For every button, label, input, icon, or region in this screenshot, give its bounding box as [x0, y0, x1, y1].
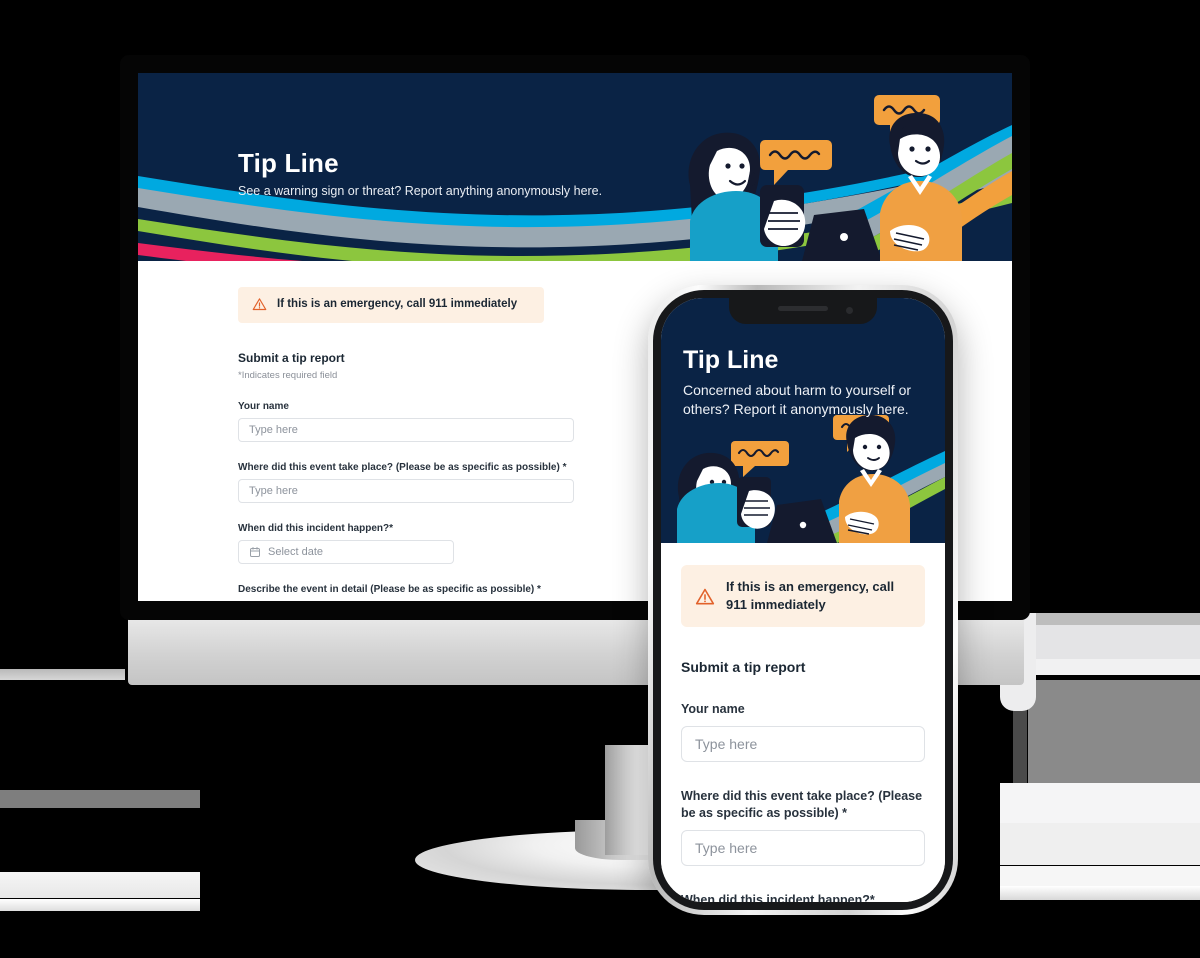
warning-triangle-icon [695, 588, 715, 605]
desktop-placeholder-incident-date: Select date [268, 545, 324, 558]
desk-reflection-right-edge [1013, 692, 1027, 783]
desktop-emergency-alert: If this is an emergency, call 911 immedi… [238, 287, 544, 323]
desk-reflection-right-5 [1000, 823, 1200, 865]
mobile-emergency-alert: If this is an emergency, call 911 immedi… [681, 565, 925, 628]
mobile-phone: Tip Line Concerned about harm to yoursel… [648, 285, 958, 915]
desk-reflection-left-bar [0, 669, 125, 680]
desktop-input-your-name[interactable]: Type here [238, 417, 574, 442]
phone-speaker-icon [778, 306, 828, 311]
desk-reflection-right-6 [1000, 866, 1200, 886]
desktop-hero-banner: Tip Line See a warning sign or threat? R… [138, 73, 1012, 261]
desktop-page-title: Tip Line [238, 148, 339, 178]
desk-reflection-left-strip-1 [0, 790, 200, 808]
mobile-field-label-incident-date: When did this incident happen?* [681, 893, 875, 902]
mobile-input-your-name[interactable]: Type here [681, 726, 925, 763]
mobile-web-page: Tip Line Concerned about harm to yoursel… [661, 298, 945, 902]
warning-triangle-icon [252, 298, 267, 311]
desktop-emergency-alert-text: If this is an emergency, call 911 immedi… [277, 298, 518, 310]
mobile-field-your-name: Your name Type here [681, 701, 925, 763]
mobile-form-section-title: Submit a tip report [681, 659, 806, 676]
desk-reflection-left-strip-2 [0, 872, 200, 898]
calendar-icon [250, 546, 260, 557]
mobile-page-title: Tip Line [683, 346, 779, 374]
mobile-hero-text: Tip Line Concerned about harm to yoursel… [683, 346, 923, 419]
desktop-hero-text: Tip Line See a warning sign or threat? R… [238, 148, 602, 198]
mobile-field-label-your-name: Your name [681, 702, 745, 717]
desk-reflection-right-3 [1028, 680, 1200, 783]
mobile-page-subtitle: Concerned about harm to yourself or othe… [683, 382, 912, 417]
mobile-placeholder-your-name: Type here [695, 736, 758, 753]
desktop-page-subtitle: See a warning sign or threat? Report any… [238, 184, 603, 198]
desktop-placeholder-your-name: Type here [249, 423, 298, 436]
desk-reflection-left-strip-3 [0, 899, 200, 911]
phone-notch [729, 298, 877, 324]
desk-reflection-right-4 [1000, 783, 1200, 823]
mobile-form-body: If this is an emergency, call 911 immedi… [661, 543, 945, 902]
mobile-hero-banner: Tip Line Concerned about harm to yoursel… [661, 298, 945, 543]
mobile-hero-illustration [677, 415, 945, 543]
mobile-emergency-alert-text: If this is an emergency, call 911 immedi… [726, 579, 895, 613]
desk-reflection-right-2 [1000, 659, 1200, 675]
device-mockup-scene: Tip Line See a warning sign or threat? R… [0, 0, 1200, 958]
mobile-field-incident-date: When did this incident happen?* Select d… [681, 892, 925, 902]
desk-reflection-right-7 [1000, 886, 1200, 900]
mobile-input-event-location[interactable]: Type here [681, 830, 925, 866]
desktop-input-event-location[interactable]: Type here [238, 478, 574, 503]
mobile-placeholder-event-location: Type here [695, 840, 758, 856]
mobile-field-event-location: Where did this event take place? (Please… [681, 788, 925, 866]
mobile-field-label-event-location: Where did this event take place? (Please… [681, 789, 923, 821]
desktop-input-incident-date[interactable]: Select date [238, 539, 454, 564]
hero-illustration-two-people [688, 95, 1012, 261]
desktop-placeholder-event-location: Type here [249, 484, 298, 497]
desk-reflection-right-bar [1000, 613, 1200, 625]
desk-reflection-right-1 [1032, 625, 1200, 659]
phone-front-camera-icon [846, 307, 853, 314]
